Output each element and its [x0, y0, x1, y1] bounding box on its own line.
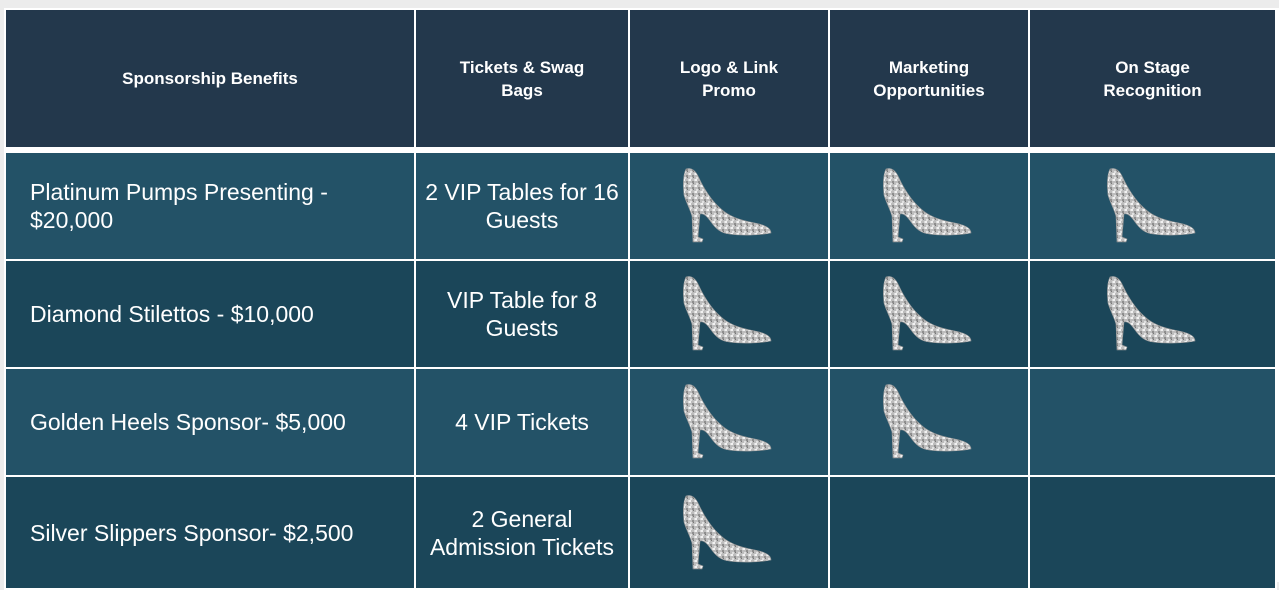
on-stage-cell: [1028, 475, 1277, 590]
logo-link-promo-cell: [628, 475, 830, 590]
header-row: Sponsorship Benefits Tickets & Swag Bags…: [4, 8, 1277, 151]
header-tickets-swag-bags: Tickets & Swag Bags: [414, 8, 630, 151]
on-stage-cell: [1028, 149, 1277, 261]
sponsor-tier-name: Golden Heels Sponsor- $5,000: [4, 367, 416, 477]
high-heel-icon: [883, 275, 975, 353]
marketing-cell: [828, 367, 1030, 477]
sponsor-tier-name: Diamond Stilettos - $10,000: [4, 259, 416, 369]
header-sponsorship-benefits: Sponsorship Benefits: [4, 8, 416, 151]
tickets-cell: 2 VIP Tables for 16 Guests: [414, 149, 630, 261]
sponsorship-benefits-table: Sponsorship Benefits Tickets & Swag Bags…: [4, 8, 1277, 590]
tickets-cell: 2 General Admission Tickets: [414, 475, 630, 590]
high-heel-icon: [1107, 167, 1199, 245]
tickets-cell: 4 VIP Tickets: [414, 367, 630, 477]
table-row: Diamond Stilettos - $10,000 VIP Table fo…: [4, 259, 1277, 369]
table-row: Platinum Pumps Presenting - $20,000 2 VI…: [4, 149, 1277, 261]
logo-link-promo-cell: [628, 259, 830, 369]
high-heel-icon: [883, 383, 975, 461]
marketing-cell: [828, 475, 1030, 590]
logo-link-promo-cell: [628, 367, 830, 477]
high-heel-icon: [883, 167, 975, 245]
high-heel-icon: [683, 494, 775, 572]
tickets-cell: VIP Table for 8 Guests: [414, 259, 630, 369]
header-on-stage-recognition: On Stage Recognition: [1028, 8, 1277, 151]
high-heel-icon: [683, 275, 775, 353]
header-marketing-opportunities: Marketing Opportunities: [828, 8, 1030, 151]
logo-link-promo-cell: [628, 149, 830, 261]
table-row: Golden Heels Sponsor- $5,000 4 VIP Ticke…: [4, 367, 1277, 477]
marketing-cell: [828, 259, 1030, 369]
sponsor-tier-name: Silver Slippers Sponsor- $2,500: [4, 475, 416, 590]
table-row: Silver Slippers Sponsor- $2,500 2 Genera…: [4, 475, 1277, 590]
high-heel-icon: [683, 383, 775, 461]
high-heel-icon: [1107, 275, 1199, 353]
on-stage-cell: [1028, 259, 1277, 369]
on-stage-cell: [1028, 367, 1277, 477]
header-logo-link-promo: Logo & Link Promo: [628, 8, 830, 151]
high-heel-icon: [683, 167, 775, 245]
marketing-cell: [828, 149, 1030, 261]
sponsor-tier-name: Platinum Pumps Presenting - $20,000: [4, 149, 416, 261]
